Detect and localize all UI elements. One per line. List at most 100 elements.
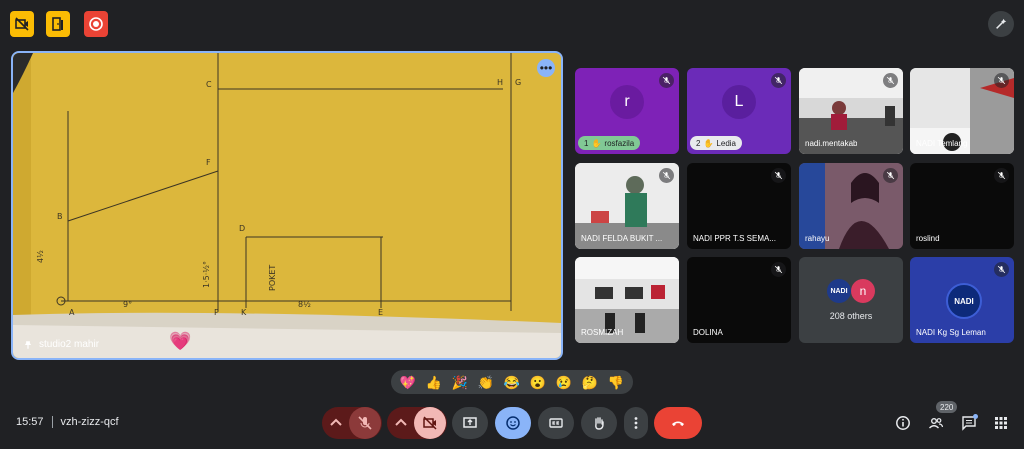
unread-dot — [973, 414, 978, 419]
reaction-thumbs-down[interactable]: 👎 — [608, 376, 624, 389]
camera-off-icon — [423, 416, 437, 430]
avatar: n — [851, 279, 875, 303]
reaction-clap[interactable]: 👏 — [478, 376, 494, 389]
captions-button[interactable] — [538, 407, 574, 439]
apps-grid-icon — [995, 417, 1007, 429]
tile-rahayu[interactable]: rahayu — [799, 163, 903, 249]
tile-nadi-kg-sg-leman[interactable]: NADI NADI Kg Sg Leman — [910, 257, 1014, 343]
more-options-button[interactable] — [624, 407, 648, 439]
main-presentation[interactable]: C D B F A P K E H G 4½ 9° 8½ 1·5·½° POKE… — [11, 51, 563, 360]
pattern-sketch: C D B F A P K E H G 4½ 9° 8½ 1·5·½° POKE… — [13, 53, 561, 358]
hand-raised-badge: 1 ✋ rosfazila — [578, 136, 641, 150]
mic-options-button[interactable] — [323, 407, 349, 439]
mic-off-icon — [994, 262, 1009, 277]
tile-rosmizah[interactable]: ROSMIZAH — [575, 257, 679, 343]
participant-name: NADI FELDA BUKIT ... — [581, 234, 663, 243]
mic-off-icon — [883, 168, 898, 183]
chat-button[interactable] — [954, 408, 984, 438]
emoji-icon — [506, 416, 520, 430]
svg-text:9°: 9° — [123, 300, 132, 309]
reaction-thumbs-up[interactable]: 👍 — [426, 376, 442, 389]
mic-off-icon — [659, 73, 674, 88]
tile-ledia[interactable]: L 2 ✋ Ledia — [687, 68, 791, 154]
mic-toggle-button[interactable] — [349, 407, 381, 439]
mic-off-icon — [659, 168, 674, 183]
participant-name: NADI Kg Sg Leman — [916, 328, 986, 337]
mic-off-icon — [771, 73, 786, 88]
svg-text:F: F — [206, 158, 211, 167]
hand-icon — [595, 417, 604, 430]
svg-text:B: B — [57, 212, 63, 221]
meeting-code: vzh-zizz-qcf — [60, 416, 119, 428]
visual-effects-button[interactable] — [988, 11, 1014, 37]
door-icon[interactable] — [46, 11, 70, 37]
camera-toggle-button[interactable] — [414, 407, 446, 439]
captions-icon — [549, 418, 563, 428]
presenter-label: studio2 mahir — [23, 339, 99, 350]
present-button[interactable] — [452, 407, 488, 439]
info-icon — [896, 416, 910, 430]
svg-text:E: E — [378, 308, 383, 317]
tile-roslind[interactable]: roslind — [910, 163, 1014, 249]
more-vert-icon — [634, 417, 638, 429]
more-options-button[interactable]: ••• — [537, 59, 555, 77]
mic-off-icon — [883, 73, 898, 88]
svg-text:1·5·½°: 1·5·½° — [202, 261, 211, 288]
tile-nadi-felda-bukit[interactable]: NADI FELDA BUKIT ... — [575, 163, 679, 249]
mic-off-icon — [994, 73, 1009, 88]
reactions-bar: 💖 👍 🎉 👏 😂 😮 😢 🤔 👎 — [391, 370, 633, 394]
hand-raised-badge: 2 ✋ Ledia — [690, 136, 742, 150]
nadi-logo: NADI — [946, 283, 982, 319]
participant-name: roslind — [916, 234, 940, 243]
svg-text:A: A — [69, 308, 75, 317]
raise-hand-button[interactable] — [581, 407, 617, 439]
mic-off-icon — [994, 168, 1009, 183]
svg-text:4½: 4½ — [36, 250, 45, 263]
magic-wand-icon — [996, 18, 1007, 29]
tile-nadi-ppr[interactable]: NADI PPR T.S SEMA... — [687, 163, 791, 249]
participant-name: nadi.mentakab — [805, 139, 858, 148]
mic-control-group — [322, 407, 382, 439]
emoji-button[interactable] — [495, 407, 531, 439]
no-video-icon[interactable] — [10, 11, 34, 37]
participant-name: ROSMIZAH — [581, 328, 624, 337]
participant-name: DOLINA — [693, 328, 723, 337]
reaction-laugh[interactable]: 😂 — [504, 376, 520, 389]
people-icon — [929, 418, 944, 429]
people-button[interactable] — [921, 408, 951, 438]
participant-name: NADI PPR T.S SEMA... — [693, 234, 776, 243]
reaction-sad[interactable]: 😢 — [556, 376, 572, 389]
tile-others[interactable]: NADI n 208 others — [799, 257, 903, 343]
divider — [51, 416, 53, 428]
chevron-up-icon — [395, 418, 407, 426]
mic-off-icon — [771, 262, 786, 277]
present-screen-icon — [463, 417, 477, 428]
svg-text:POKET: POKET — [268, 265, 277, 291]
svg-text:D: D — [239, 224, 245, 233]
reaction-heart[interactable]: 💖 — [400, 376, 416, 389]
chevron-up-icon — [330, 418, 342, 426]
meeting-details-button[interactable] — [888, 408, 918, 438]
camera-options-button[interactable] — [388, 407, 414, 439]
tile-dolina[interactable]: DOLINA — [687, 257, 791, 343]
tile-nadi-mentakab[interactable]: nadi.mentakab — [799, 68, 903, 154]
svg-text:G: G — [515, 78, 521, 87]
nadi-logo: NADI — [827, 279, 851, 303]
hang-up-icon — [672, 421, 684, 426]
svg-text:H: H — [497, 78, 503, 87]
record-icon[interactable] — [84, 11, 108, 37]
leave-call-button[interactable] — [654, 407, 702, 439]
tile-nadi-temlang[interactable]: NADI Temlang — [910, 68, 1014, 154]
tile-rosfazila[interactable]: r 1 ✋ rosfazila — [575, 68, 679, 154]
avatar: L — [722, 85, 756, 120]
reaction-surprised[interactable]: 😮 — [530, 376, 546, 389]
participant-name: NADI Temlang — [916, 139, 968, 148]
svg-text:P: P — [214, 308, 219, 317]
svg-text:C: C — [206, 80, 212, 89]
pin-icon — [24, 340, 32, 349]
reaction-party[interactable]: 🎉 — [452, 376, 468, 389]
activities-button[interactable] — [986, 408, 1016, 438]
svg-text:K: K — [241, 308, 247, 317]
reaction-thinking[interactable]: 🤔 — [582, 376, 598, 389]
mic-off-icon — [358, 416, 372, 430]
